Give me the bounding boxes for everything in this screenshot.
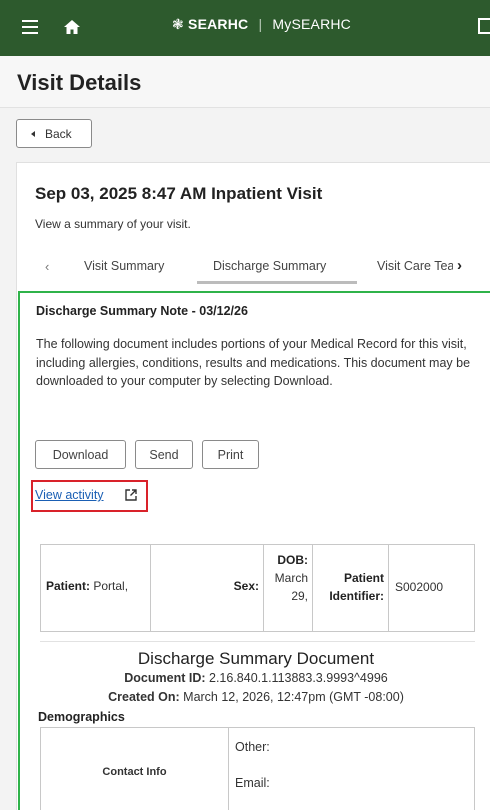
note-description: The following document includes portions… bbox=[36, 337, 471, 388]
page-title: Visit Details bbox=[17, 70, 142, 95]
demographics-table: Contact Info Other: Email: bbox=[40, 727, 475, 810]
patient-label: Patient: bbox=[46, 579, 91, 593]
identifier-value: S002000 bbox=[395, 580, 444, 594]
tabs-next-arrow-icon[interactable]: › bbox=[457, 257, 462, 274]
download-button[interactable]: Download bbox=[35, 440, 126, 469]
brand-separator: | bbox=[258, 16, 263, 32]
view-activity-link[interactable]: View activity bbox=[35, 488, 104, 502]
back-button[interactable]: Back bbox=[16, 119, 92, 148]
document-created-value: March 12, 2026, 12:47pm (GMT -08:00) bbox=[183, 690, 404, 704]
contact-info-label: Contact Info bbox=[41, 728, 229, 810]
app-name: MySEARHC bbox=[272, 16, 351, 32]
tab-visit-summary[interactable]: Visit Summary bbox=[84, 259, 164, 273]
active-tab-indicator bbox=[197, 281, 357, 284]
identifier-label-line2: Identifier: bbox=[329, 589, 384, 603]
document-created: Created On: March 12, 2026, 12:47pm (GMT… bbox=[20, 690, 490, 704]
patient-value: Portal, bbox=[93, 579, 129, 593]
tabs-prev-arrow-icon[interactable]: ‹ bbox=[45, 259, 49, 274]
visit-title: Sep 03, 2025 8:47 AM Inpatient Visit bbox=[35, 184, 323, 203]
identifier-label-line1: Patient bbox=[343, 571, 384, 585]
home-icon[interactable] bbox=[62, 17, 82, 37]
top-navigation-bar: ❃ SEARHC | MySEARHC bbox=[0, 0, 490, 56]
print-button[interactable]: Print bbox=[202, 440, 259, 469]
document-id-label: Document ID: bbox=[124, 671, 206, 685]
hamburger-menu-icon[interactable] bbox=[22, 20, 38, 34]
tab-visit-care-team[interactable]: Visit Care Team bbox=[377, 259, 453, 273]
logout-icon[interactable] bbox=[478, 18, 490, 34]
identifier-label-cell: Patient Identifier: bbox=[313, 545, 389, 631]
document-created-label: Created On: bbox=[108, 690, 180, 704]
brand-logo: ❃ SEARHC | MySEARHC bbox=[172, 16, 351, 33]
note-title: Discharge Summary Note - 03/12/26 bbox=[36, 304, 248, 318]
email-label: Email: bbox=[235, 776, 270, 790]
back-arrow-icon bbox=[31, 130, 35, 137]
brand-name: SEARHC bbox=[188, 16, 249, 32]
visit-tabs: ‹ Visit Summary Discharge Summary Visit … bbox=[17, 247, 490, 285]
dob-cell: DOB: March 29, bbox=[264, 545, 313, 631]
view-activity-highlight: View activity bbox=[31, 480, 148, 512]
back-button-label: Back bbox=[45, 126, 72, 141]
patient-info-table: Patient: Portal, Sex: DOB: March 29, Pat… bbox=[40, 544, 475, 632]
send-button[interactable]: Send bbox=[135, 440, 193, 469]
sex-label: Sex: bbox=[233, 579, 259, 593]
dob-value-line2: 29, bbox=[291, 589, 308, 603]
visit-subtitle: View a summary of your visit. bbox=[35, 217, 191, 231]
document-id-value: 2.16.840.1.113883.3.9993^4996 bbox=[209, 671, 388, 685]
dob-label: DOB: bbox=[277, 553, 308, 567]
identifier-value-cell: S002000 bbox=[389, 545, 474, 631]
other-label: Other: bbox=[235, 740, 270, 754]
tab-discharge-summary[interactable]: Discharge Summary bbox=[213, 259, 326, 273]
dob-value-line1: March bbox=[274, 571, 308, 585]
demographics-heading: Demographics bbox=[38, 710, 125, 724]
document-heading: Discharge Summary Document bbox=[137, 649, 375, 668]
document-id: Document ID: 2.16.840.1.113883.3.9993^49… bbox=[20, 671, 490, 685]
brand-mark-icon: ❃ bbox=[172, 16, 184, 32]
page-title-bar: Visit Details bbox=[0, 56, 490, 108]
external-link-icon[interactable] bbox=[124, 488, 138, 502]
section-divider bbox=[40, 641, 475, 642]
sex-cell: Sex: bbox=[151, 545, 264, 631]
patient-name-cell: Patient: Portal, bbox=[41, 545, 151, 631]
discharge-summary-panel: Discharge Summary Note - 03/12/26 The fo… bbox=[18, 291, 490, 810]
